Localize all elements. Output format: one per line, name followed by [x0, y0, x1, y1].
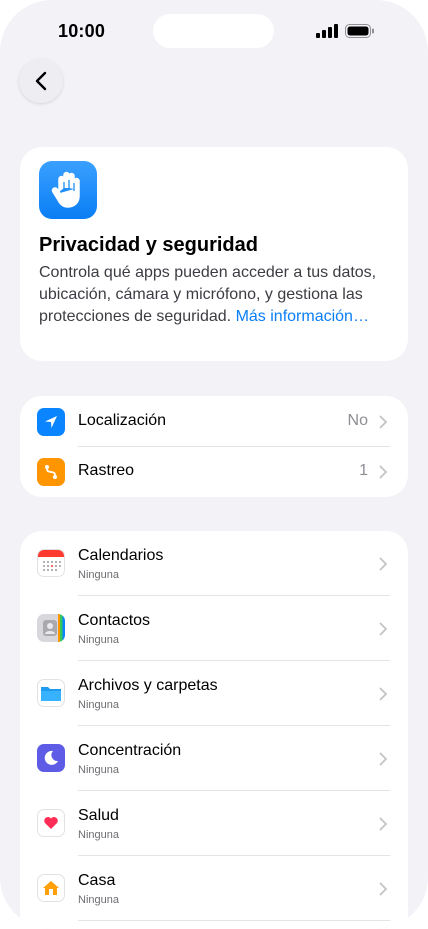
privacy-header-card: Privacidad y seguridad Controla qué apps… — [20, 147, 408, 361]
row-label: Casa — [78, 872, 116, 889]
hand-raised-icon — [39, 161, 97, 219]
row-files-folders[interactable]: Archivos y carpetas Ninguna — [20, 661, 408, 726]
chevron-right-icon — [379, 622, 388, 636]
row-label: Archivos y carpetas — [78, 677, 218, 694]
chevron-right-icon — [379, 415, 388, 429]
contacts-icon — [37, 614, 65, 642]
moon-icon — [37, 744, 65, 772]
row-contacts[interactable]: Contactos Ninguna — [20, 596, 408, 661]
location-arrow-icon — [37, 408, 65, 436]
more-info-link[interactable]: Más información… — [236, 308, 369, 325]
back-button[interactable] — [19, 59, 63, 103]
location-tracking-group: Localización No Rastreo 1 — [20, 396, 408, 497]
calendar-icon — [37, 549, 65, 577]
row-label: Localización — [78, 412, 167, 429]
row-subtitle: Ninguna — [78, 764, 119, 776]
heart-icon — [37, 809, 65, 837]
home-icon — [37, 874, 65, 902]
row-home[interactable]: Casa Ninguna — [20, 856, 408, 921]
row-location[interactable]: Localización No — [20, 396, 408, 447]
chevron-left-icon — [35, 71, 47, 91]
row-value: No — [347, 412, 368, 429]
row-label: Concentración — [78, 742, 182, 759]
battery-icon — [345, 24, 374, 38]
tracking-icon — [37, 458, 65, 486]
row-label: Salud — [78, 807, 119, 824]
folder-icon — [37, 679, 65, 707]
row-calendars[interactable]: Calendarios Ninguna — [20, 531, 408, 596]
status-time: 10:00 — [58, 21, 106, 41]
page-title: Privacidad y seguridad — [39, 234, 258, 256]
chevron-right-icon — [379, 752, 388, 766]
row-subtitle: Ninguna — [78, 894, 119, 906]
row-focus[interactable]: Concentración Ninguna — [20, 726, 408, 791]
permissions-group: Calendarios Ninguna Contactos Ninguna Ar… — [20, 531, 408, 929]
chevron-right-icon — [379, 882, 388, 896]
chevron-right-icon — [379, 557, 388, 571]
phone-screen: 10:00 Privacidad y seguridad Controla qu… — [0, 0, 428, 929]
row-subtitle: Ninguna — [78, 634, 119, 646]
row-label: Contactos — [78, 612, 151, 629]
divider — [78, 920, 390, 921]
page-description: Controla qué apps pueden acceder a tus d… — [39, 262, 389, 328]
row-value: 1 — [359, 462, 368, 479]
row-tracking[interactable]: Rastreo 1 — [20, 447, 408, 497]
row-label: Rastreo — [78, 462, 135, 479]
row-subtitle: Ninguna — [78, 699, 119, 711]
chevron-right-icon — [379, 465, 388, 479]
signal-icon — [316, 24, 338, 38]
row-label: Calendarios — [78, 547, 164, 564]
dynamic-island — [153, 14, 274, 48]
row-health[interactable]: Salud Ninguna — [20, 791, 408, 856]
chevron-right-icon — [379, 817, 388, 831]
row-subtitle: Ninguna — [78, 829, 119, 841]
chevron-right-icon — [379, 687, 388, 701]
row-subtitle: Ninguna — [78, 569, 119, 581]
